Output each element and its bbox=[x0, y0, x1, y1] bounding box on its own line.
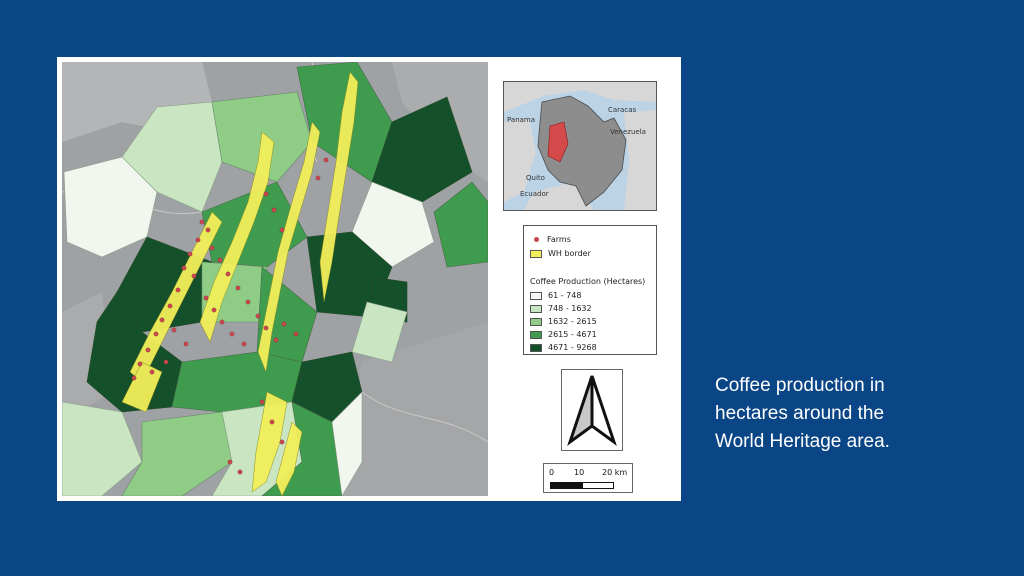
inset-label-ecuador: Ecuador bbox=[520, 190, 549, 198]
scale-bar: 0 10 20 km bbox=[543, 463, 633, 493]
legend-wh-border-label: WH border bbox=[548, 249, 591, 258]
caption-line-1: Coffee production in bbox=[715, 375, 885, 396]
scale-tick-10: 10 bbox=[574, 468, 585, 477]
legend-class-label: 61 - 748 bbox=[548, 291, 582, 300]
scale-bar-black bbox=[550, 482, 584, 489]
legend-class-3: 2615 - 4671 bbox=[530, 329, 597, 340]
legend-farms: Farms bbox=[530, 234, 571, 245]
caption-line-2: hectares around the bbox=[715, 403, 885, 424]
main-map bbox=[62, 62, 488, 496]
legend-class-label: 748 - 1632 bbox=[548, 304, 592, 313]
farm-dot-icon bbox=[534, 237, 539, 242]
legend-class-0: 61 - 748 bbox=[530, 290, 581, 301]
inset-label-venezuela: Venezuela bbox=[610, 128, 646, 136]
inset-label-panama: Panama bbox=[507, 116, 536, 124]
legend: Farms WH border Coffee Production (Hecta… bbox=[523, 225, 657, 355]
legend-class-swatch bbox=[530, 304, 542, 313]
legend-farms-label: Farms bbox=[547, 235, 571, 244]
legend-class-1: 748 - 1632 bbox=[530, 303, 592, 314]
caption: Coffee production in hectares around the… bbox=[715, 372, 955, 456]
inset-label-quito: Quito bbox=[526, 174, 545, 182]
slide: Caracas Panama Venezuela Quito Ecuador F… bbox=[0, 0, 1024, 576]
legend-class-label: 1632 - 2615 bbox=[548, 317, 597, 326]
legend-class-swatch bbox=[530, 291, 542, 300]
scale-bar-white bbox=[582, 482, 614, 489]
legend-class-2: 1632 - 2615 bbox=[530, 316, 597, 327]
legend-class-swatch bbox=[530, 343, 542, 352]
inset-map: Caracas Panama Venezuela Quito Ecuador bbox=[503, 81, 657, 211]
legend-class-4: 4671 - 9268 bbox=[530, 342, 597, 353]
map-frame: Caracas Panama Venezuela Quito Ecuador F… bbox=[57, 57, 681, 501]
legend-class-swatch bbox=[530, 330, 542, 339]
north-arrow-icon bbox=[567, 375, 617, 446]
scale-tick-0: 0 bbox=[549, 468, 555, 477]
scale-tick-20: 20 km bbox=[602, 468, 628, 477]
side-panel: Caracas Panama Venezuela Quito Ecuador F… bbox=[491, 59, 679, 499]
inset-label-caracas: Caracas bbox=[608, 106, 637, 114]
main-map-svg bbox=[62, 62, 488, 496]
legend-production-title: Coffee Production (Hectares) bbox=[530, 276, 645, 287]
legend-class-label: 2615 - 4671 bbox=[548, 330, 597, 339]
legend-production-title-text: Coffee Production (Hectares) bbox=[530, 277, 646, 286]
wh-border-swatch bbox=[530, 249, 542, 258]
legend-class-swatch bbox=[530, 317, 542, 326]
north-arrow bbox=[561, 369, 623, 451]
legend-wh-border: WH border bbox=[530, 248, 591, 259]
caption-line-3: World Heritage area. bbox=[715, 431, 890, 452]
legend-class-label: 4671 - 9268 bbox=[548, 343, 597, 352]
